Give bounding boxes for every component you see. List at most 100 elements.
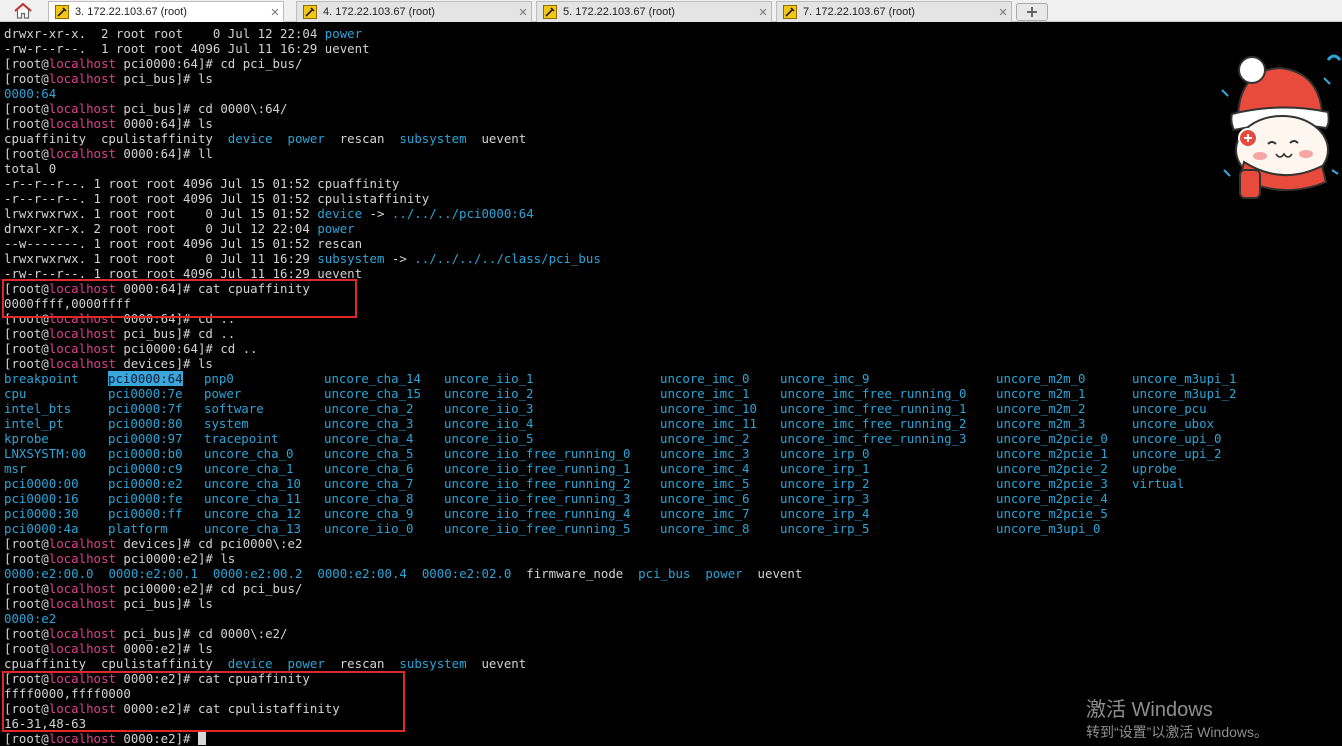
terminal-segment: [root@ <box>4 146 49 161</box>
terminal-segment: pci0000:e2]# cd pci_bus/ <box>115 581 303 596</box>
ls-entry: uncore_iio_2 <box>444 386 534 401</box>
terminal-segment: localhost <box>48 581 116 596</box>
terminal-line: 0000:e2 <box>4 611 802 626</box>
terminal-line: [root@localhost devices]# ls <box>4 356 802 371</box>
ls-entry: pci0000:30 <box>4 506 79 521</box>
session-tab-label: 3. 172.22.103.67 (root) <box>75 6 187 18</box>
terminal-segment: 0000:e2]# <box>115 731 198 746</box>
home-button[interactable] <box>8 2 38 20</box>
terminal-segment: 0000:e2]# ls <box>115 641 213 656</box>
ls-entry: uncore_iio_5 <box>444 431 534 446</box>
terminal-segment <box>198 566 213 581</box>
terminal-segment: [root@ <box>4 56 49 71</box>
ls-entry: uncore_cha_10 <box>204 476 301 491</box>
terminal-segment: --w-------. 1 root root 4096 Jul 15 01:5… <box>4 236 363 251</box>
ls-entry: pci0000:e2 <box>108 476 183 491</box>
close-tab-icon[interactable]: ✕ <box>755 6 771 19</box>
terminal-segment: 0000:e2:00.1 <box>108 566 198 581</box>
terminal-segment: power <box>324 26 363 41</box>
terminal-segment: uevent <box>466 131 527 146</box>
cartoon-bun-with-winter-hat-sticker <box>1210 50 1342 200</box>
terminal-segment: -> <box>362 206 392 221</box>
terminal-line: cpuaffinity cpulistaffinity device power… <box>4 656 802 671</box>
terminal-segment: 0000:e2:02.0 <box>421 566 512 581</box>
ls-entry: uncore_upi_0 <box>1132 431 1222 446</box>
ls-entry: pci0000:c9 <box>108 461 183 476</box>
close-tab-icon[interactable]: ✕ <box>267 6 283 19</box>
terminal-segment: [root@ <box>4 596 49 611</box>
session-tab-label: 7. 172.22.103.67 (root) <box>803 6 915 18</box>
terminal-segment: 0000:e2:00.2 <box>212 566 303 581</box>
ls-entry: uncore_m2m_0 <box>996 371 1086 386</box>
ls-entry: uncore_iio_free_running_3 <box>444 491 631 506</box>
new-tab-button[interactable] <box>1016 3 1048 21</box>
ls-entry: uncore_iio_free_running_5 <box>444 521 631 536</box>
ls-entry: intel_bts <box>4 401 72 416</box>
session-tab-2[interactable]: 4. 172.22.103.67 (root) ✕ <box>296 1 532 22</box>
ls-entry: virtual <box>1132 476 1185 491</box>
terminal-segment: rescan <box>324 131 400 146</box>
terminal-segment: uevent <box>742 566 803 581</box>
terminal-segment: [root@ <box>4 101 49 116</box>
close-tab-icon[interactable]: ✕ <box>515 6 531 19</box>
terminal-segment: [root@ <box>4 626 49 641</box>
ls-entry: uncore_imc_0 <box>660 371 750 386</box>
terminal-segment: cpuaffinity cpulistaffinity <box>4 656 228 671</box>
terminal-segment <box>690 566 705 581</box>
terminal-line: --w-------. 1 root root 4096 Jul 15 01:5… <box>4 236 802 251</box>
session-tab-1[interactable]: 3. 172.22.103.67 (root) ✕ <box>48 1 284 22</box>
ls-entry: uncore_m2m_2 <box>996 401 1086 416</box>
ls-entry: uncore_m2pcie_5 <box>996 506 1108 521</box>
ls-entry: breakpoint <box>4 371 79 386</box>
ls-entry: uncore_cha_1 <box>204 461 294 476</box>
ls-entry: kprobe <box>4 431 49 446</box>
terminal-line: intel_pt pci0000:80 system uncore_cha_3 unco… <box>4 416 1214 431</box>
terminal-segment: lrwxrwxrwx. 1 root root 0 Jul 11 16:29 <box>4 251 318 266</box>
ls-entry: uncore_imc_9 <box>780 371 870 386</box>
ls-entry: uncore_iio_free_running_0 <box>444 446 631 461</box>
ls-entry: uncore_cha_12 <box>204 506 301 521</box>
terminal-segment: pci_bus]# ls <box>115 596 213 611</box>
ls-entry: uncore_imc_6 <box>660 491 750 506</box>
session-tab-4[interactable]: 7. 172.22.103.67 (root) ✕ <box>776 1 1012 22</box>
ls-entry: pci0000:80 <box>108 416 183 431</box>
terminal-segment: -r--r--r--. 1 root root 4096 Jul 15 01:5… <box>4 191 430 206</box>
ls-entry: msr <box>4 461 27 476</box>
ls-entry: uncore_cha_0 <box>204 446 294 461</box>
terminal-line: [root@localhost pci_bus]# cd .. <box>4 326 802 341</box>
terminal-output[interactable]: drwxr-xr-x. 2 root root 0 Jul 12 22:04 p… <box>4 26 1236 746</box>
ls-entry: pnp0 <box>204 371 234 386</box>
ls-entry: uncore_irp_4 <box>780 506 870 521</box>
terminal-line: [root@localhost 0000:e2]# ls <box>4 641 802 656</box>
ls-entry: uncore_cha_11 <box>204 491 301 506</box>
terminal-segment: [root@ <box>4 551 49 566</box>
ls-entry: uncore_imc_11 <box>660 416 757 431</box>
ls-entry: uncore_imc_8 <box>660 521 750 536</box>
terminal-line: [root@localhost pci0000:e2]# cd pci_bus/ <box>4 581 802 596</box>
terminal-segment <box>94 566 109 581</box>
watermark-title: 激活 Windows <box>1086 699 1213 721</box>
ls-entry: uncore_m2pcie_0 <box>996 431 1108 446</box>
ls-entry: uncore_iio_3 <box>444 401 534 416</box>
terminal-line: -rw-r--r--. 1 root root 4096 Jul 11 16:2… <box>4 41 802 56</box>
ls-entry: uncore_cha_15 <box>324 386 421 401</box>
ls-entry: uncore_imc_5 <box>660 476 750 491</box>
ls-entry: uncore_iio_free_running_2 <box>444 476 631 491</box>
ls-entry: uncore_imc_2 <box>660 431 750 446</box>
terminal-segment: [root@ <box>4 581 49 596</box>
terminal-line: [root@localhost 0000:64]# ll <box>4 146 802 161</box>
close-tab-icon[interactable]: ✕ <box>995 6 1011 19</box>
terminal-line: cpuaffinity cpulistaffinity device power… <box>4 131 802 146</box>
terminal-segment: pci_bus]# cd .. <box>115 326 236 341</box>
terminal-segment: power <box>287 131 325 146</box>
ls-entry: power <box>204 386 242 401</box>
terminal-segment: device <box>227 656 273 671</box>
terminal-segment: 0000:64]# ll <box>115 146 213 161</box>
session-icon <box>303 5 317 19</box>
terminal-line: [root@localhost pci_bus]# ls <box>4 71 802 86</box>
terminal-segment: 0000:e2:00.4 <box>317 566 407 581</box>
session-tab-3[interactable]: 5. 172.22.103.67 (root) ✕ <box>536 1 772 22</box>
terminal-segment: device <box>227 131 273 146</box>
ls-entry: uncore_cha_14 <box>324 371 421 386</box>
terminal-line: drwxr-xr-x. 2 root root 0 Jul 12 22:04 p… <box>4 221 802 236</box>
